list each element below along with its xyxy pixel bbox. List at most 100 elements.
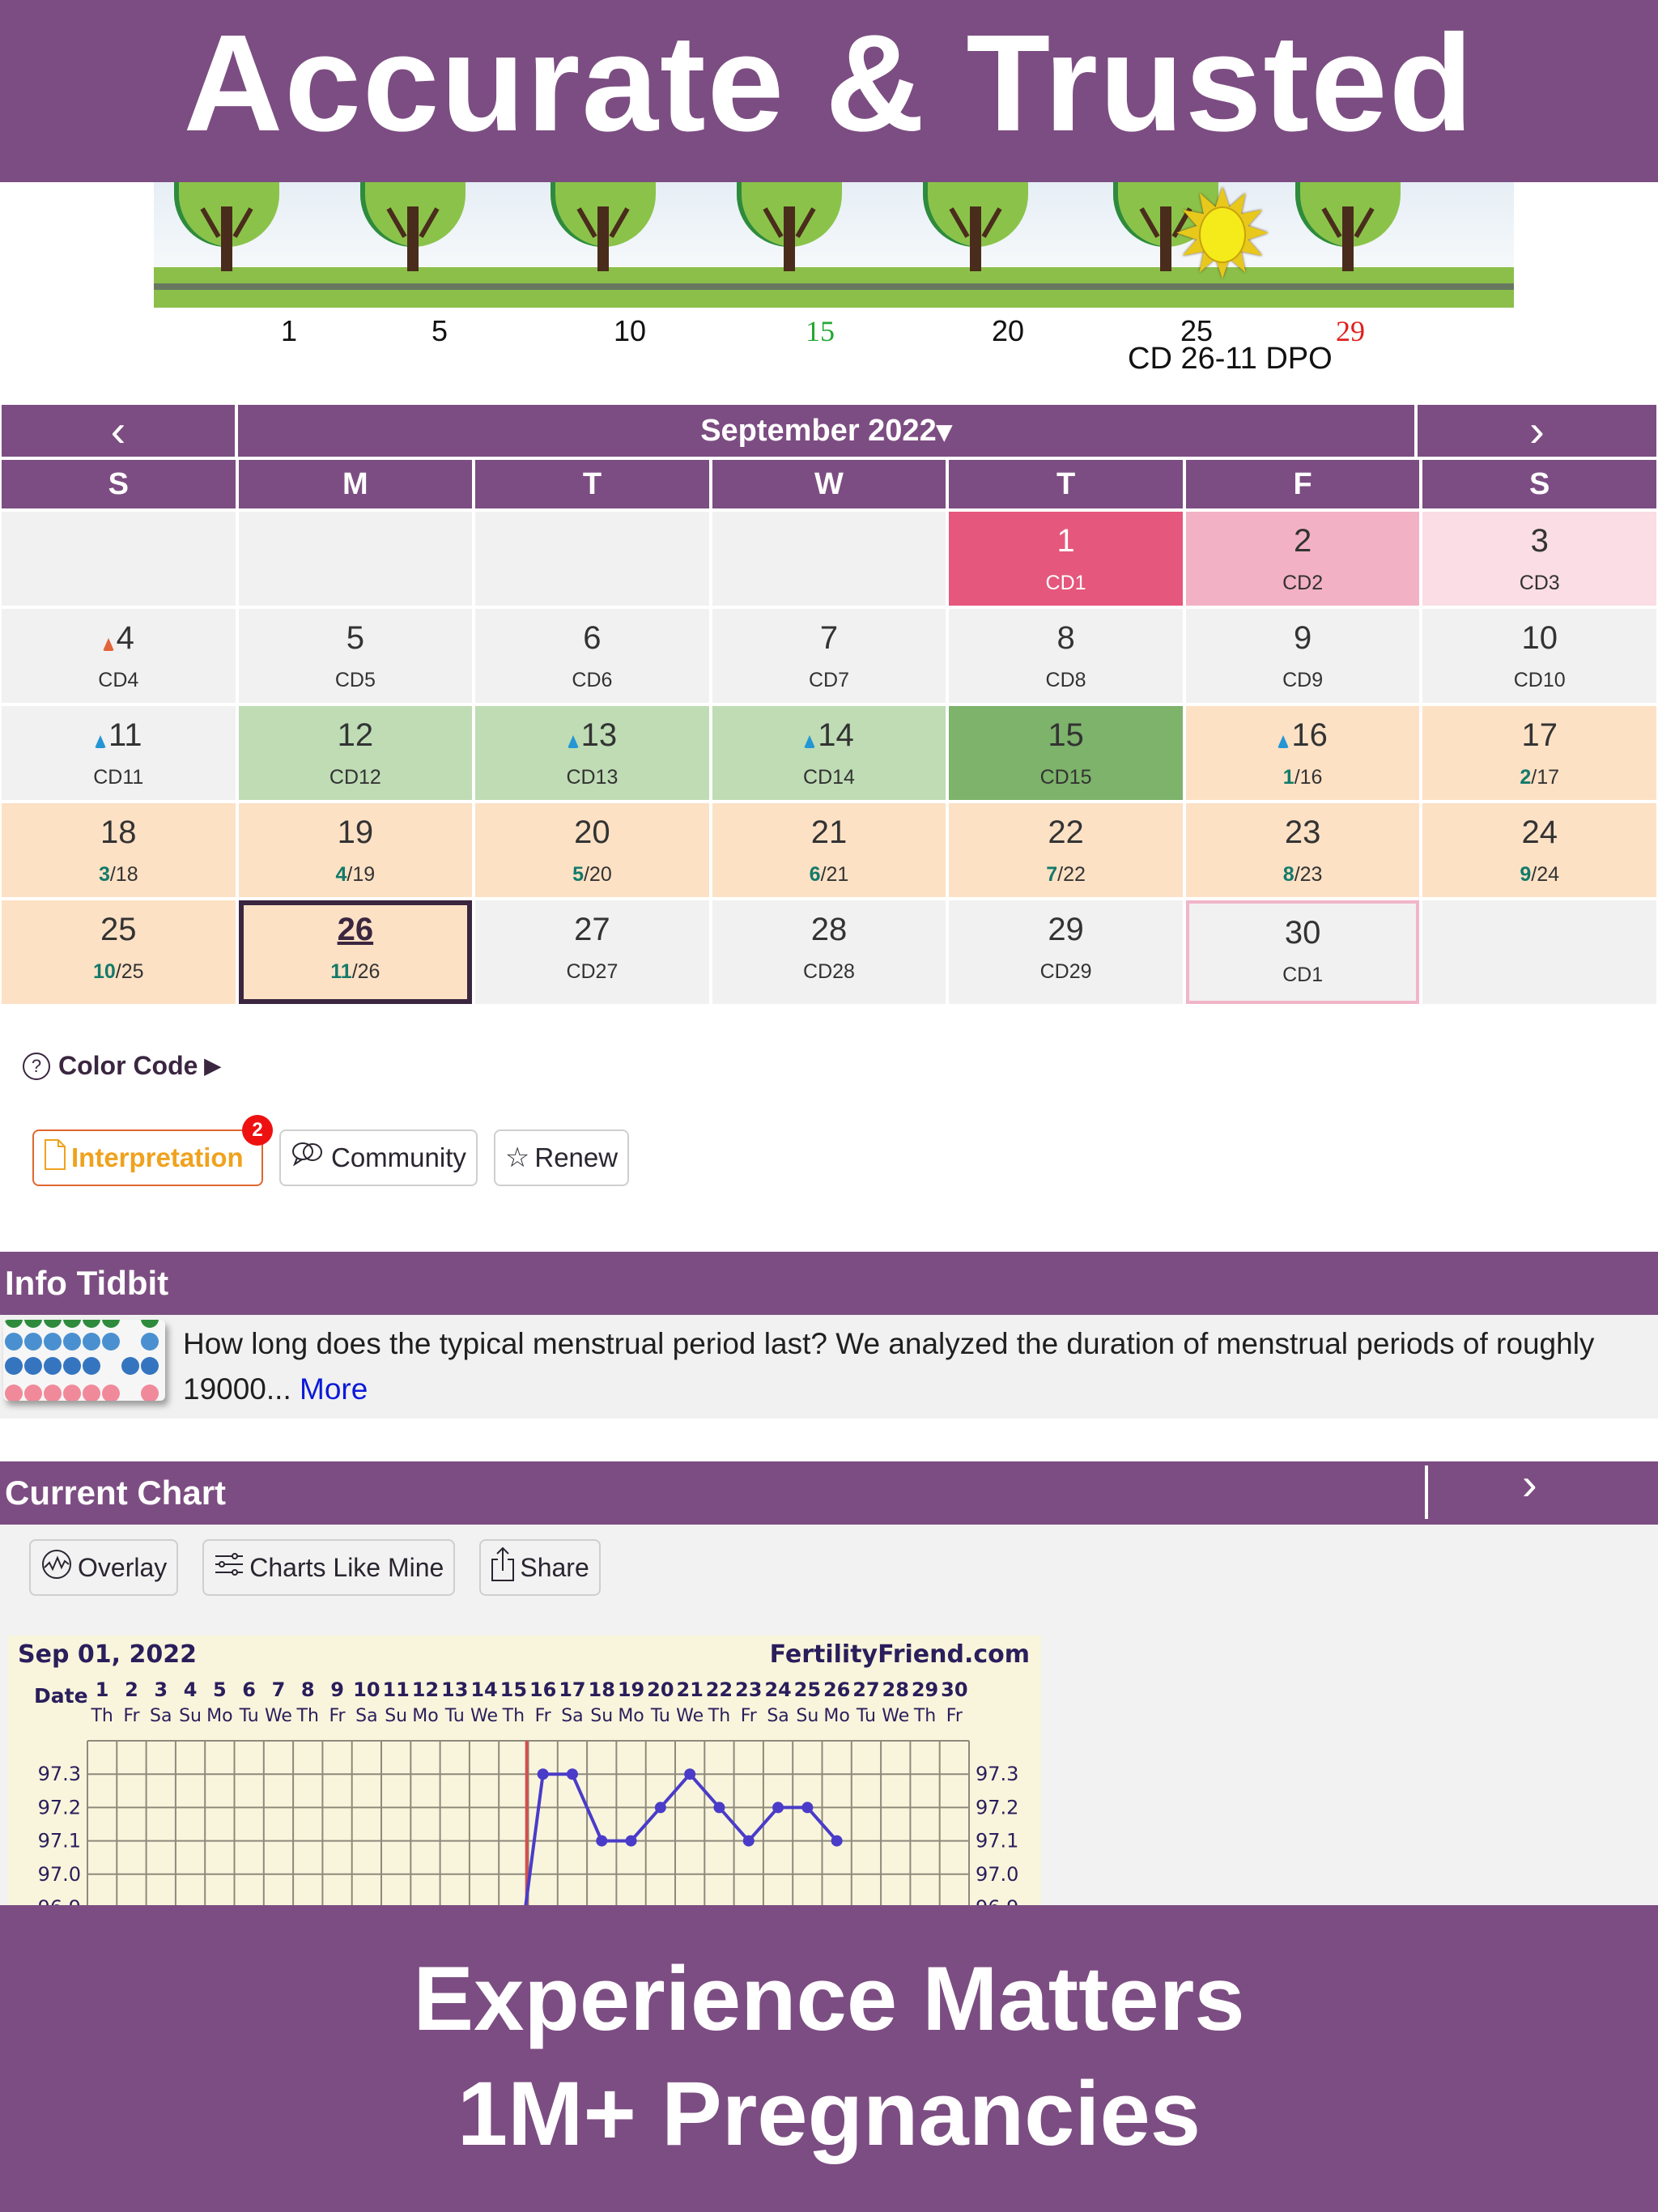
x-tick-label: 8	[301, 1678, 315, 1701]
overlay-label: Overlay	[78, 1552, 168, 1582]
next-month-button[interactable]: ›	[1418, 405, 1656, 457]
chart-canvas: 1Th2Fr3Sa4Su5Mo6Tu7We8Th9Fr10Sa11Su12Mo1…	[38, 1678, 1018, 1911]
day-number-text: 14	[818, 717, 854, 753]
info-tidbit-card[interactable]: How long does the typical menstrual peri…	[0, 1315, 1658, 1419]
weekday-tick-label: Su	[796, 1706, 818, 1726]
calendar-day-cell[interactable]: 4 CD4	[2, 609, 236, 703]
calendar-day-cell[interactable]: 12 CD12	[238, 706, 473, 800]
weekday-label: S	[2, 460, 236, 508]
calendar-day-cell[interactable]: 23 8/23	[1185, 803, 1420, 897]
day-number: 15	[1048, 716, 1084, 755]
overlay-button[interactable]: Overlay	[29, 1539, 179, 1596]
calendar-day-cell[interactable]: 5 CD5	[238, 609, 473, 703]
day-number: 20	[574, 813, 610, 852]
cycle-day-label: CD29	[1039, 960, 1092, 983]
tidbit-body-text: How long does the typical menstrual peri…	[183, 1327, 1595, 1406]
calendar-day-cell[interactable]: 20 5/20	[475, 803, 709, 897]
dpo-count: 1	[1282, 766, 1295, 789]
calendar-day-cell[interactable]: 17 2/17	[1422, 706, 1656, 800]
x-tick-label: 14	[470, 1678, 497, 1701]
day-number-text: 26	[337, 912, 374, 947]
cycle-day-label: CD9	[1282, 669, 1324, 691]
tree-icon	[923, 182, 1028, 271]
day-number-text: 5	[346, 620, 364, 656]
day-number: 5	[346, 619, 364, 657]
weekday-tick-label: Mo	[823, 1706, 849, 1726]
calendar-day-cell[interactable]: 1 CD1	[949, 512, 1183, 606]
calendar-day-cell[interactable]: 2 CD2	[1185, 512, 1420, 606]
calendar-day-cell[interactable]: 19 4/19	[238, 803, 473, 897]
day-number: 30	[1285, 913, 1321, 952]
cycle-strip-labels: CD 26-11 DPO 1 5 10 15 20 25 29	[154, 308, 1514, 381]
calendar-day-cell[interactable]: 18 3/18	[2, 803, 236, 897]
calendar-day-cell[interactable]: 6 CD6	[475, 609, 709, 703]
app-screen: Accurate & Trusted ✹ CD 26-11 DPO 151015…	[0, 0, 1658, 2212]
weekday-label: M	[238, 460, 473, 508]
current-chart-header: Current Chart	[0, 1461, 1658, 1525]
day-number: 21	[811, 813, 848, 852]
x-tick-label: 26	[823, 1678, 850, 1701]
day-number-text: 22	[1048, 815, 1084, 850]
calendar-day-cell[interactable]: 3 CD3	[1422, 512, 1656, 606]
bbt-chart[interactable]: Sep 01, 2022 FertilityFriend.com Date 1T…	[8, 1636, 1041, 1911]
day-number: 18	[100, 813, 137, 852]
dpo-count: 6	[809, 863, 821, 886]
calendar-day-cell[interactable]: 24 9/24	[1422, 803, 1656, 897]
x-tick-label: 29	[912, 1678, 938, 1701]
calendar-day-cell[interactable]: 29 CD29	[949, 900, 1183, 1004]
x-tick-label: 19	[618, 1678, 644, 1701]
charts-like-mine-button[interactable]: Charts Like Mine	[202, 1539, 456, 1596]
day-number-text: 16	[1291, 717, 1328, 753]
day-number: 26	[338, 910, 374, 949]
calendar-day-cell[interactable]: 25 10/25	[2, 900, 236, 1004]
more-link[interactable]: More	[300, 1372, 368, 1406]
calendar-day-cell[interactable]: 22 7/22	[949, 803, 1183, 897]
day-number-text: 20	[574, 815, 610, 850]
day-number-text: 29	[1048, 912, 1084, 947]
calendar-grid: 1 CD1 2 CD2 3 CD3 4 CD4 5 CD5 6 CD6 7 CD7 8 CD8 9 CD9 10 CD…	[0, 512, 1658, 1004]
day-number: 4	[102, 619, 134, 657]
chart-next-button[interactable]: ›	[1522, 1457, 1537, 1510]
share-button[interactable]: Share	[479, 1539, 601, 1596]
calendar-day-cell[interactable]: 30 CD1	[1185, 900, 1420, 1004]
interpretation-button[interactable]: Interpretation 2	[32, 1115, 273, 1186]
community-button[interactable]: Community	[279, 1129, 478, 1186]
day-number: 13	[567, 716, 617, 755]
cycle-day-label: CD28	[803, 960, 855, 983]
day-number-text: 9	[1294, 620, 1312, 656]
day-number: 7	[820, 619, 838, 657]
calendar-day-cell[interactable]: 14 CD14	[712, 706, 946, 800]
renew-button[interactable]: ☆ Renew	[493, 1129, 630, 1186]
bbt-data-point	[801, 1802, 814, 1814]
abacus-thumbnail	[3, 1320, 165, 1401]
calendar-day-cell[interactable]: 9 CD9	[1185, 609, 1420, 703]
bead-row	[3, 1357, 165, 1375]
prev-month-button[interactable]: ‹	[2, 405, 235, 457]
calendar-day-cell[interactable]: 7 CD7	[712, 609, 946, 703]
current-chart-title: Current Chart	[5, 1474, 227, 1512]
day-number-text: 3	[1530, 523, 1549, 559]
calendar-day-cell[interactable]: 8 CD8	[949, 609, 1183, 703]
calendar-day-cell[interactable]: 15 CD15	[949, 706, 1183, 800]
calendar-day-cell[interactable]: 27 CD27	[475, 900, 709, 1004]
month-selector[interactable]: September 2022 ▾	[238, 405, 1414, 457]
calendar-day-cell[interactable]: 21 6/21	[712, 803, 946, 897]
bbt-data-point	[566, 1768, 578, 1780]
color-code-toggle[interactable]: ? Color Code ▶	[23, 1051, 220, 1081]
day-number-text: 10	[1521, 620, 1558, 656]
play-arrow-icon: ▶	[204, 1053, 221, 1078]
day-number-text: 2	[1294, 523, 1312, 559]
cycle-day-label: CD2	[1282, 572, 1324, 594]
calendar-day-cell[interactable]: 13 CD13	[475, 706, 709, 800]
cycle-day-label: CD4	[98, 669, 139, 691]
calendar-day-cell[interactable]: 16 1/16	[1185, 706, 1420, 800]
bbt-data-point	[831, 1835, 843, 1847]
calendar-day-cell[interactable]: 10 CD10	[1422, 609, 1656, 703]
x-tick-label: 27	[852, 1678, 879, 1701]
calendar-day-cell[interactable]: 28 CD28	[712, 900, 946, 1004]
x-tick-label: 24	[764, 1678, 791, 1701]
calendar-day-cell[interactable]: 11 CD11	[2, 706, 236, 800]
promo-banner-top: Accurate & Trusted	[0, 0, 1658, 182]
calendar-day-cell[interactable]: 26 11/26	[238, 900, 473, 1004]
current-chart-panel: Overlay Charts Like Mine Share Sep 01, 2…	[0, 1525, 1658, 1911]
